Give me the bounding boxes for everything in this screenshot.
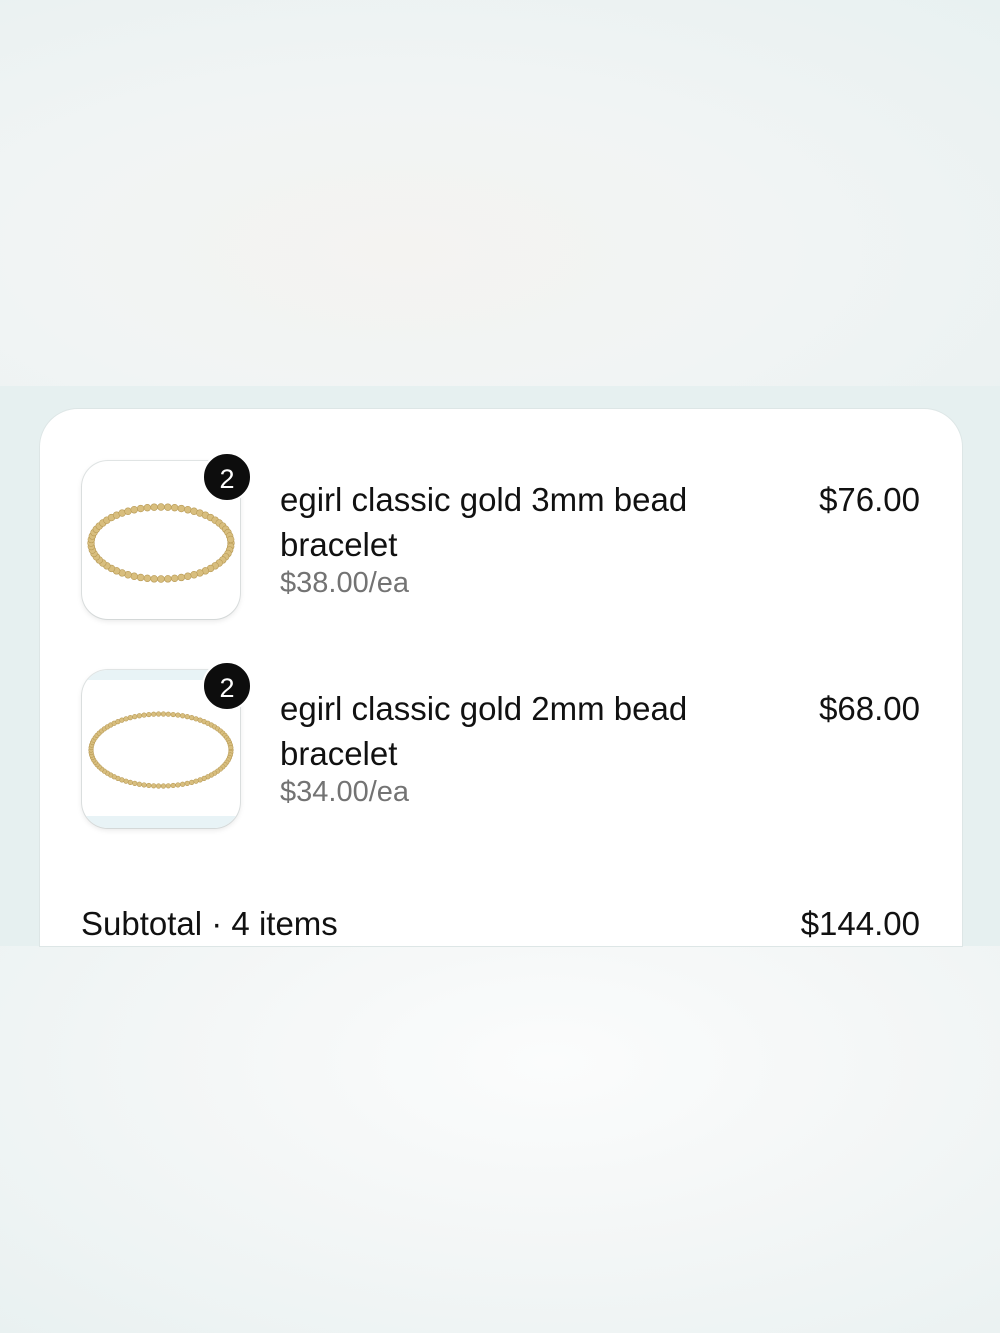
gold-bead-bracelet-image xyxy=(87,503,235,583)
bead xyxy=(143,503,152,512)
bead xyxy=(165,783,171,789)
bead xyxy=(164,503,172,511)
bead xyxy=(151,783,157,789)
unit-price: $34.00/ea xyxy=(280,776,410,808)
bead xyxy=(184,714,190,720)
bead xyxy=(136,573,145,582)
bead xyxy=(127,715,133,721)
bead xyxy=(157,503,165,511)
bead xyxy=(146,782,152,789)
bead xyxy=(177,573,186,582)
bead xyxy=(143,574,152,583)
bead xyxy=(124,507,132,515)
bead xyxy=(170,782,176,789)
line-total: $68.00 xyxy=(819,690,920,727)
line-total: $76.00 xyxy=(819,481,920,518)
bead xyxy=(136,781,142,787)
bead xyxy=(164,575,172,583)
bead xyxy=(184,506,192,514)
bead xyxy=(175,712,181,718)
bead xyxy=(228,744,234,751)
bead xyxy=(150,575,158,583)
blurred-background-bottom xyxy=(0,946,1000,1333)
bead xyxy=(127,779,133,785)
bead xyxy=(180,781,186,787)
bead xyxy=(189,715,195,721)
bead xyxy=(170,574,179,583)
bead xyxy=(190,571,198,579)
bead xyxy=(136,504,145,513)
blurred-background-top xyxy=(0,0,1000,386)
bead xyxy=(170,503,179,512)
subtotal-value: $144.00 xyxy=(800,905,920,942)
bead xyxy=(165,711,171,717)
product-title: egirl classic gold 2mm bead bracelet xyxy=(280,690,688,772)
bead xyxy=(184,780,190,786)
bead xyxy=(130,506,138,514)
unit-price: $38.00/ea xyxy=(280,567,410,599)
bead xyxy=(141,782,147,788)
cart-line-item[interactable]: 2 egirl classic gold 3mm bead bracelet $… xyxy=(40,409,962,619)
bead xyxy=(177,504,186,513)
bead xyxy=(150,503,158,511)
bead xyxy=(193,778,199,784)
bead xyxy=(141,712,147,718)
bead xyxy=(151,711,157,717)
bead xyxy=(132,714,138,720)
bead xyxy=(184,572,192,580)
bead xyxy=(175,782,181,788)
cart-line-item[interactable]: 2 egirl classic gold 2mm bead bracelet $… xyxy=(40,618,962,828)
quantity-badge: 2 xyxy=(202,452,252,502)
bead xyxy=(160,783,167,789)
product-title: egirl classic gold 3mm bead bracelet xyxy=(280,481,688,563)
bead xyxy=(146,711,152,718)
bead xyxy=(155,783,162,789)
bead xyxy=(155,711,162,717)
bead xyxy=(180,713,186,719)
bead xyxy=(136,713,142,719)
bead xyxy=(132,780,138,786)
bead xyxy=(189,779,195,785)
bead xyxy=(226,535,235,544)
bead xyxy=(157,575,165,583)
subtotal-label: Subtotal · 4 items xyxy=(81,905,338,942)
bead xyxy=(123,716,129,722)
order-summary-card: 2 egirl classic gold 3mm bead bracelet $… xyxy=(40,409,962,946)
bead xyxy=(170,711,176,718)
quantity-badge: 2 xyxy=(202,661,252,711)
gold-bead-bracelet-image xyxy=(88,711,234,789)
bead xyxy=(130,572,138,580)
bead xyxy=(160,711,167,717)
